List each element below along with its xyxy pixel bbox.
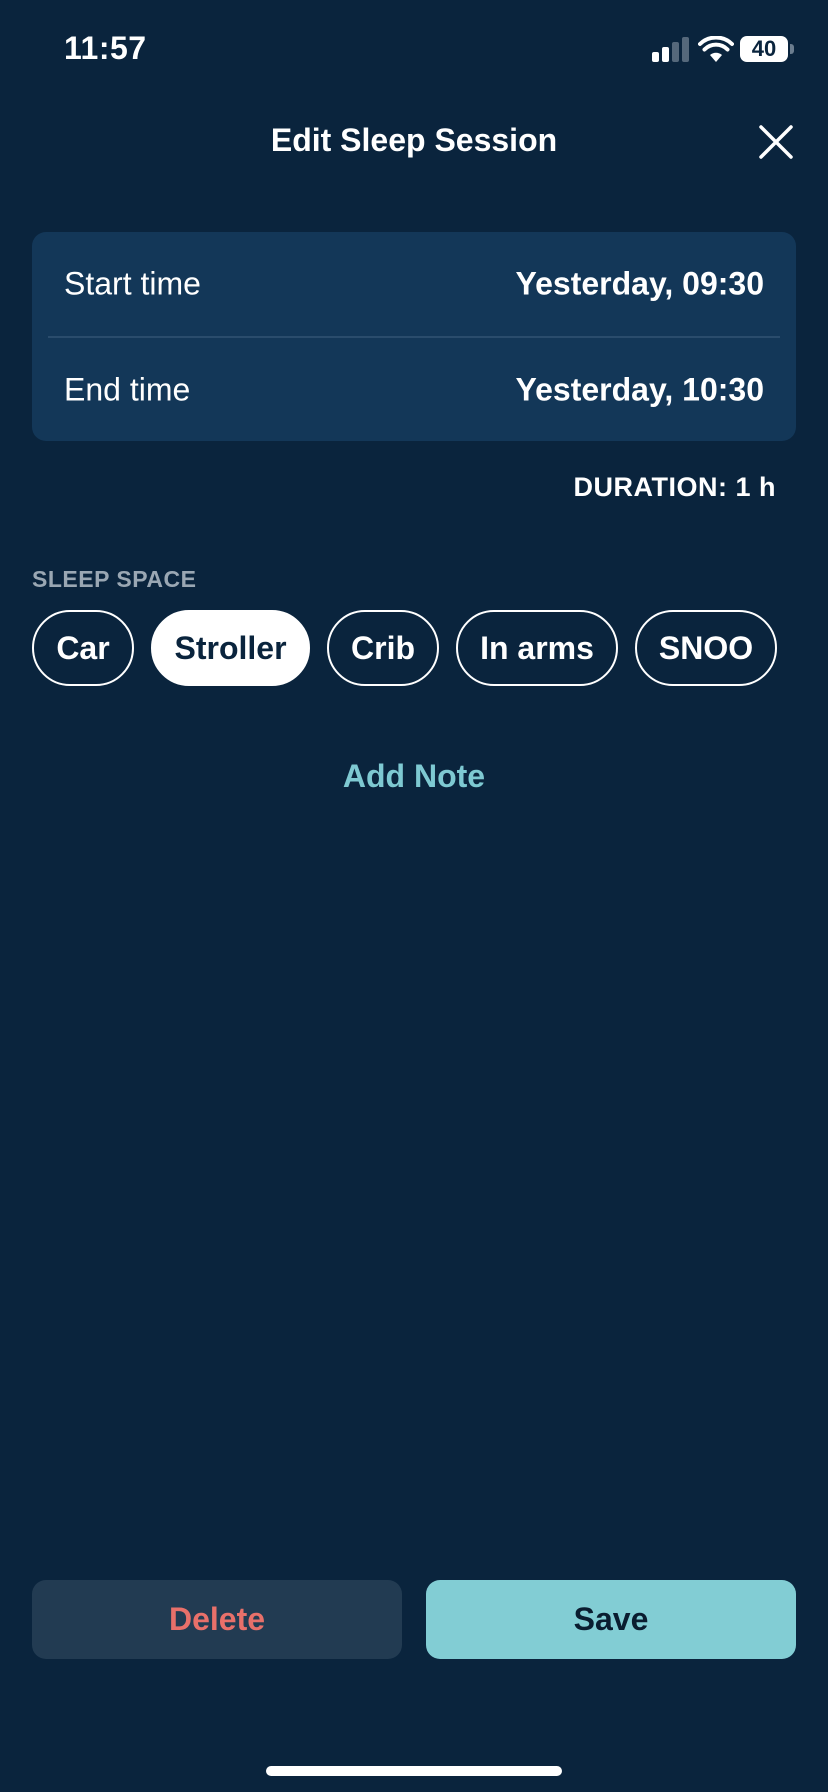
end-time-row[interactable]: End time Yesterday, 10:30 [32,338,796,442]
cellular-signal-icon [652,37,689,62]
start-time-value: Yesterday, 09:30 [515,265,764,302]
battery-icon: 40 [740,36,794,62]
end-time-value: Yesterday, 10:30 [515,371,764,408]
chip-car[interactable]: Car [32,610,134,686]
chip-stroller[interactable]: Stroller [151,610,310,686]
time-card: Start time Yesterday, 09:30 End time Yes… [32,232,796,441]
home-indicator [266,1766,562,1776]
battery-level: 40 [740,36,788,62]
start-time-row[interactable]: Start time Yesterday, 09:30 [32,232,796,336]
save-button[interactable]: Save [426,1580,796,1659]
close-button[interactable] [752,118,800,166]
duration-text: DURATION: 1 h [573,472,776,502]
delete-button[interactable]: Delete [32,1580,402,1659]
end-time-label: End time [64,371,191,408]
chip-crib[interactable]: Crib [327,610,439,686]
wifi-icon [698,35,734,64]
close-icon [759,125,793,159]
status-bar: 11:57 40 [0,0,828,100]
page-title: Edit Sleep Session [270,122,558,158]
chip-in-arms[interactable]: In arms [456,610,618,686]
add-note-button[interactable]: Add Note [0,758,828,795]
status-time: 11:57 [64,30,147,66]
chip-snoo[interactable]: SNOO [635,610,777,686]
start-time-label: Start time [64,265,201,302]
sleep-space-label: SLEEP SPACE [32,566,197,592]
